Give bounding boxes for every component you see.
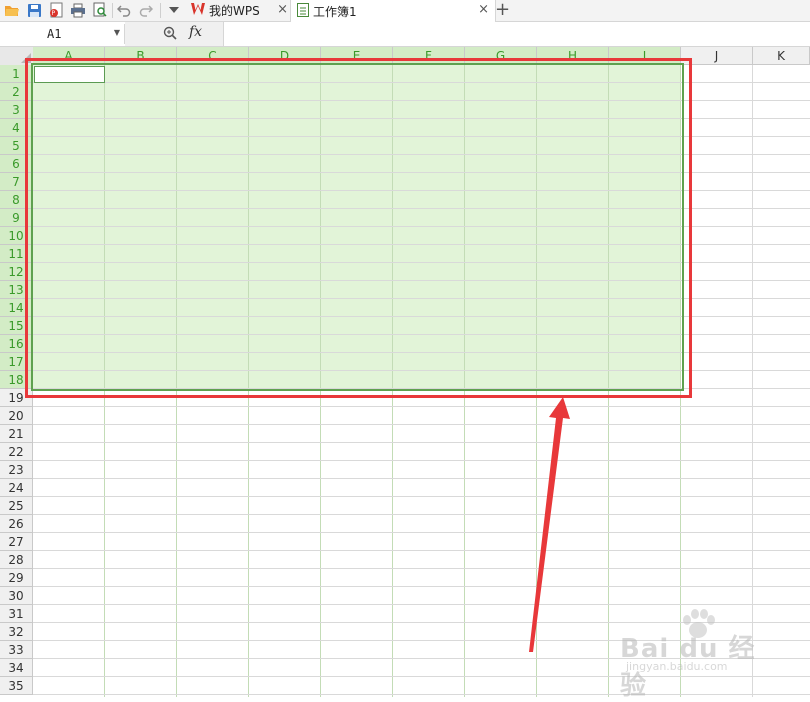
row-header[interactable]: 4	[0, 119, 33, 137]
row-header[interactable]: 3	[0, 101, 33, 119]
column-header[interactable]: D	[249, 47, 321, 65]
close-icon[interactable]: ×	[277, 2, 288, 17]
watermark-url: jingyan.baidu.com	[626, 660, 728, 673]
row-header[interactable]: 18	[0, 371, 33, 389]
row-header[interactable]: 11	[0, 245, 33, 263]
row-header[interactable]: 33	[0, 641, 33, 659]
row-header[interactable]: 30	[0, 587, 33, 605]
add-tab-icon[interactable]: +	[495, 0, 510, 20]
column-header[interactable]: B	[105, 47, 177, 65]
close-icon[interactable]: ×	[478, 2, 489, 17]
redo-icon[interactable]	[138, 2, 154, 18]
row-header[interactable]: 5	[0, 137, 33, 155]
row-header[interactable]: 25	[0, 497, 33, 515]
undo-icon[interactable]	[116, 2, 132, 18]
chevron-down-icon[interactable]: ▼	[114, 28, 120, 37]
select-all-corner[interactable]	[0, 47, 34, 66]
row-header[interactable]: 21	[0, 425, 33, 443]
row-header[interactable]: 8	[0, 191, 33, 209]
row-header[interactable]: 26	[0, 515, 33, 533]
row-header[interactable]: 20	[0, 407, 33, 425]
tab-my-wps[interactable]: 我的WPS ×	[185, 0, 294, 21]
wps-logo-icon	[191, 3, 205, 18]
column-header[interactable]: A	[33, 47, 105, 65]
column-header[interactable]: I	[609, 47, 681, 65]
row-header[interactable]: 31	[0, 605, 33, 623]
row-header[interactable]: 32	[0, 623, 33, 641]
row-header[interactable]: 27	[0, 533, 33, 551]
open-folder-icon[interactable]	[4, 2, 20, 18]
row-header[interactable]: 15	[0, 317, 33, 335]
row-header[interactable]: 19	[0, 389, 33, 407]
column-header[interactable]: J	[681, 47, 753, 65]
tab-label: 我的WPS	[209, 4, 260, 18]
row-header[interactable]: 6	[0, 155, 33, 173]
row-header[interactable]: 24	[0, 479, 33, 497]
row-header[interactable]: 29	[0, 569, 33, 587]
column-header[interactable]: E	[321, 47, 393, 65]
row-header[interactable]: 28	[0, 551, 33, 569]
formula-tools: fx	[125, 22, 224, 46]
zoom-icon[interactable]	[163, 26, 177, 43]
name-box[interactable]: A1 ▼	[0, 24, 125, 44]
row-header[interactable]: 12	[0, 263, 33, 281]
column-header[interactable]: G	[465, 47, 537, 65]
column-header[interactable]: H	[537, 47, 609, 65]
row-header[interactable]: 1	[0, 65, 33, 83]
row-header[interactable]: 23	[0, 461, 33, 479]
row-header[interactable]: 17	[0, 353, 33, 371]
active-cell[interactable]	[34, 66, 105, 83]
tab-label: 工作簿1	[313, 4, 357, 19]
spreadsheet-doc-icon	[297, 2, 309, 20]
name-box-value: A1	[47, 27, 62, 41]
row-header[interactable]: 22	[0, 443, 33, 461]
pdf-export-icon[interactable]: P	[48, 2, 64, 18]
quick-access-toolbar: P 我的WPS × 工作簿1 × +	[0, 0, 810, 22]
column-header[interactable]: K	[753, 47, 810, 65]
tab-workbook[interactable]: 工作簿1 ×	[290, 0, 496, 22]
row-header[interactable]: 35	[0, 677, 33, 695]
row-header[interactable]: 16	[0, 335, 33, 353]
dropdown-arrow-icon[interactable]	[166, 2, 182, 18]
column-header[interactable]: C	[177, 47, 249, 65]
print-icon[interactable]	[70, 2, 86, 18]
baidu-jingyan-watermark: Bai du 经验 jingyan.baidu.com	[616, 606, 776, 701]
gridlines	[33, 65, 810, 697]
svg-text:P: P	[52, 10, 56, 17]
row-header[interactable]: 34	[0, 659, 33, 677]
row-header[interactable]: 13	[0, 281, 33, 299]
print-preview-icon[interactable]	[92, 2, 108, 18]
row-header[interactable]: 7	[0, 173, 33, 191]
row-header[interactable]: 2	[0, 83, 33, 101]
column-header[interactable]: F	[393, 47, 465, 65]
row-header[interactable]: 9	[0, 209, 33, 227]
fx-icon[interactable]: fx	[189, 24, 202, 40]
formula-input[interactable]	[224, 22, 810, 46]
formula-bar: A1 ▼ fx	[0, 22, 810, 47]
row-header[interactable]: 14	[0, 299, 33, 317]
row-header[interactable]: 10	[0, 227, 33, 245]
save-icon[interactable]	[26, 2, 42, 18]
